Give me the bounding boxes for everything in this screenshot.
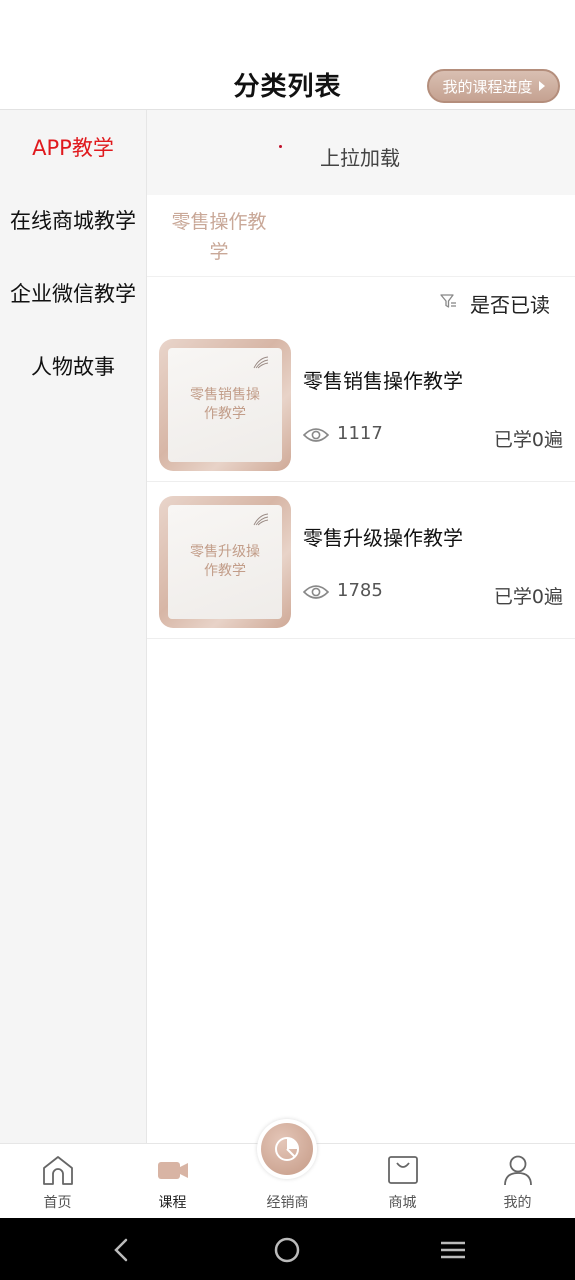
recent-apps-icon[interactable] bbox=[438, 1235, 468, 1265]
course-list-item[interactable]: 零售销售操作教学 零售销售操作教学 1117 已学0遍 bbox=[147, 325, 575, 482]
header: 分类列表 我的课程进度 bbox=[0, 0, 575, 110]
filter-row: 是否已读 bbox=[147, 277, 575, 325]
tab-mine[interactable]: 我的 bbox=[460, 1144, 575, 1219]
learned-count: 已学0遍 bbox=[493, 429, 563, 451]
tab-dealer[interactable]: 经销商 bbox=[230, 1119, 345, 1219]
sub-category-tabs: 零售操作教学 bbox=[147, 195, 575, 277]
sidebar-item-online-mall-teaching[interactable]: 在线商城教学 bbox=[0, 183, 146, 256]
home-icon bbox=[43, 1156, 73, 1185]
tab-dealer-label: 经销商 bbox=[266, 1195, 309, 1211]
shopping-bag-icon bbox=[388, 1156, 418, 1184]
eye-icon bbox=[303, 585, 329, 599]
home-circle-icon[interactable] bbox=[272, 1235, 302, 1265]
thumbnail-caption: 零售销售操作教学 bbox=[190, 387, 260, 422]
course-thumbnail[interactable]: 零售销售操作教学 bbox=[159, 339, 291, 471]
dealer-center-button[interactable] bbox=[257, 1119, 317, 1179]
bottom-tab-bar: 首页 课程 经销商 商城 我的 bbox=[0, 1119, 575, 1219]
tab-courses-label: 课程 bbox=[158, 1195, 187, 1211]
course-thumbnail[interactable]: 零售升级操作教学 bbox=[159, 496, 291, 628]
sidebar-item-wecom-teaching[interactable]: 企业微信教学 bbox=[0, 256, 146, 329]
tab-mall-label: 商城 bbox=[388, 1195, 417, 1211]
video-icon bbox=[158, 1162, 188, 1179]
tab-home[interactable]: 首页 bbox=[0, 1144, 115, 1219]
system-navigation-bar bbox=[0, 1218, 575, 1280]
user-icon bbox=[504, 1155, 532, 1186]
eye-icon bbox=[303, 428, 329, 442]
back-icon[interactable] bbox=[107, 1235, 137, 1265]
sidebar-item-app-teaching[interactable]: APP教学 bbox=[0, 110, 146, 183]
tab-home-label: 首页 bbox=[43, 1195, 72, 1211]
pull-load-text: 上拉加载 bbox=[320, 146, 400, 170]
category-sidebar: APP教学 在线商城教学 企业微信教学 人物故事 bbox=[0, 110, 147, 1143]
main-content: 上拉加载 零售操作教学 是否已读 零售销售操作教学 零售销售操作教学 1117 bbox=[147, 110, 575, 1143]
pie-chart-icon bbox=[275, 1137, 299, 1161]
read-filter-label[interactable]: 是否已读 bbox=[470, 289, 550, 318]
pull-load-indicator: 上拉加载 bbox=[147, 110, 575, 195]
course-list-item[interactable]: 零售升级操作教学 零售升级操作教学 1785 已学0遍 bbox=[147, 482, 575, 639]
caret-right-icon bbox=[538, 81, 545, 91]
my-course-progress-button[interactable]: 我的课程进度 bbox=[427, 69, 560, 103]
view-count: 1785 bbox=[337, 580, 383, 601]
tab-courses[interactable]: 课程 bbox=[115, 1144, 230, 1219]
course-title[interactable]: 零售升级操作教学 bbox=[303, 522, 463, 551]
loading-dot-icon bbox=[279, 145, 282, 148]
sub-tab-retail-operation[interactable]: 零售操作教学 bbox=[165, 207, 273, 267]
brand-logo-icon bbox=[253, 356, 269, 369]
learned-count: 已学0遍 bbox=[493, 586, 563, 608]
filter-icon[interactable] bbox=[439, 292, 457, 310]
tab-mine-label: 我的 bbox=[503, 1195, 532, 1211]
thumbnail-caption: 零售升级操作教学 bbox=[190, 544, 260, 579]
brand-logo-icon bbox=[253, 513, 269, 526]
tab-mall[interactable]: 商城 bbox=[345, 1144, 460, 1219]
course-title[interactable]: 零售销售操作教学 bbox=[303, 365, 463, 394]
sidebar-item-people-stories[interactable]: 人物故事 bbox=[0, 329, 146, 402]
progress-button-label: 我的课程进度 bbox=[442, 77, 533, 96]
view-count: 1117 bbox=[337, 423, 383, 444]
